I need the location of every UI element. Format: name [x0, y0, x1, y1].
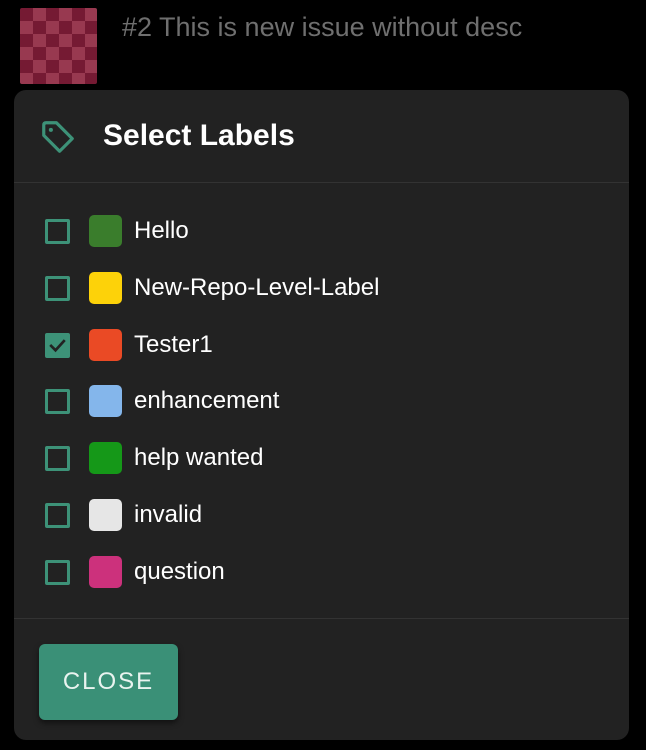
label-name: enhancement	[134, 387, 280, 415]
label-color-swatch	[89, 442, 122, 475]
label-color-swatch	[89, 498, 122, 531]
label-name: question	[134, 557, 225, 585]
dialog-title: Select Labels	[103, 119, 295, 152]
checkbox[interactable]	[45, 502, 70, 528]
label-row[interactable]: help wanted	[14, 431, 629, 488]
check-icon	[49, 338, 66, 352]
checkbox[interactable]	[45, 446, 70, 472]
label-row[interactable]: invalid	[14, 488, 629, 545]
label-name: help wanted	[134, 444, 264, 472]
checkbox-checked[interactable]	[45, 332, 70, 358]
label-row[interactable]: Hello	[14, 204, 629, 261]
issue-header: #2 This is new issue without desc	[0, 0, 646, 90]
label-color-swatch	[89, 555, 122, 588]
checkbox[interactable]	[45, 219, 70, 244]
label-color-swatch	[89, 328, 122, 361]
screen: #2 This is new issue without desc Select…	[0, 0, 646, 750]
label-color-swatch	[89, 215, 122, 247]
checkbox[interactable]	[45, 389, 70, 415]
tag-icon	[39, 118, 77, 156]
select-labels-dialog: Select Labels Hello New-Repo-Level-Label T…	[14, 90, 629, 740]
avatar	[20, 8, 97, 84]
label-row[interactable]: question	[14, 545, 629, 602]
dialog-header: Select Labels	[14, 90, 629, 183]
checkbox[interactable]	[45, 275, 70, 301]
label-color-swatch	[89, 385, 122, 418]
label-name: Hello	[134, 217, 189, 244]
dialog-footer: CLOSE	[14, 618, 629, 740]
label-name: Tester1	[134, 330, 213, 358]
label-name: invalid	[134, 500, 203, 528]
close-button[interactable]: CLOSE	[39, 644, 178, 720]
label-row[interactable]: Tester1	[14, 318, 629, 375]
label-color-swatch	[89, 271, 122, 304]
label-row[interactable]: New-Repo-Level-Label	[14, 261, 629, 318]
issue-title: #2 This is new issue without desc	[122, 12, 523, 42]
label-row[interactable]: enhancement	[14, 374, 629, 431]
label-list: Hello New-Repo-Level-Label Tester1 enhancem…	[14, 204, 629, 602]
checkbox[interactable]	[45, 559, 70, 585]
label-name: New-Repo-Level-Label	[134, 273, 380, 301]
